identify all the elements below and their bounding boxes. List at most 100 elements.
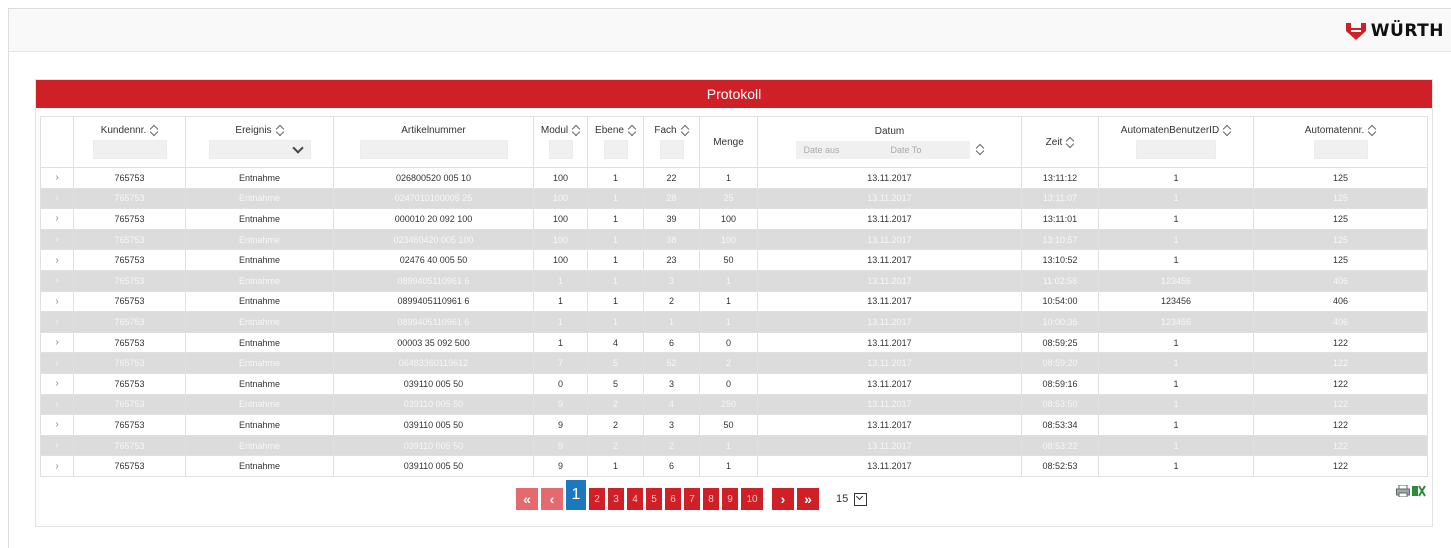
cell-benutzer: 123456 [1098,290,1254,313]
table-row[interactable]: › 765753 Entnahme 023460420 005 100 100 1 38 10… [40,228,1428,251]
column-header-ebene[interactable]: Ebene [587,116,644,168]
chevron-right-icon[interactable]: › [40,167,74,189]
cell-datum: 13.11.2017 [757,228,1022,251]
page-button[interactable]: 6 [665,488,681,510]
prev-page-button[interactable]: ‹ [541,488,563,510]
cell-datum: 13.11.2017 [757,372,1022,395]
last-page-button[interactable]: » [797,488,819,510]
sort-icon[interactable] [1066,137,1074,148]
chevron-right-icon[interactable]: › [40,187,74,210]
table-row[interactable]: › 765753 Entnahme 039110 005 50 9 2 4 250 13.11.… [40,393,1428,416]
kundennr-filter-input[interactable] [92,140,167,159]
cell-kunde: 765753 [73,352,186,374]
cell-artikel: 039110 005 50 [333,434,534,457]
table-row[interactable]: › 765753 Entnahme 00003 35 092 500 1 4 6 0 13.11… [40,331,1428,354]
cell-kunde: 765753 [73,269,186,292]
date-to-input[interactable]: Date To [883,145,970,155]
column-header-kundennr[interactable]: Kundennr. [73,116,186,168]
column-label: Modul [540,125,569,136]
column-header-automatennr[interactable]: Automatennr. [1253,116,1428,168]
chevron-right-icon[interactable]: › [40,249,74,271]
chevron-right-icon[interactable]: › [40,352,74,374]
chevron-right-icon[interactable]: › [40,269,74,292]
chevron-right-icon[interactable]: › [40,208,74,230]
cell-zeit: 13:11:12 [1021,167,1099,189]
sort-icon[interactable] [976,144,984,155]
print-icon[interactable] [1396,485,1410,497]
page-button[interactable]: 10 [741,488,763,510]
column-header-automatenbenutzerid[interactable]: AutomatenBenutzerID [1098,116,1254,168]
chevron-right-icon[interactable]: › [40,414,74,436]
cell-automat: 122 [1253,331,1428,354]
page-button[interactable]: 2 [589,488,605,510]
chevron-right-icon[interactable]: › [40,331,74,354]
chevron-right-icon[interactable]: › [40,290,74,313]
wurth-logo[interactable]: WÜRTH [1345,21,1444,41]
cell-kunde: 765753 [73,434,186,457]
benutzerid-filter-input[interactable] [1136,140,1216,159]
page-button[interactable]: 3 [608,488,624,510]
ebene-filter-input[interactable] [603,140,628,159]
page-button[interactable]: 7 [684,488,700,510]
chevron-right-icon[interactable]: › [40,434,74,457]
cell-modul: 1 [533,311,588,333]
table-row[interactable]: › 765753 Entnahme 039110 005 50 0 5 3 0 13.11.20… [40,372,1428,395]
page-button[interactable]: 5 [646,488,662,510]
cell-artikel: 0899405110961 6 [333,269,534,292]
table-row[interactable]: › 765753 Entnahme 0899405110961 6 1 1 3 1 13.11.… [40,269,1428,292]
cell-ebene: 5 [587,372,644,395]
sort-icon[interactable] [150,125,158,136]
column-header-ereignis[interactable]: Ereignis [185,116,334,168]
cell-ebene: 1 [587,290,644,313]
automatennr-filter-input[interactable] [1313,140,1368,159]
first-page-button[interactable]: « [516,488,538,510]
chevron-right-icon[interactable]: › [40,228,74,251]
sort-icon[interactable] [572,125,580,136]
page-button[interactable]: 4 [627,488,643,510]
column-header-datum[interactable]: Datum Date aus Date To [757,116,1022,168]
excel-icon[interactable] [1412,485,1426,497]
sort-icon[interactable] [681,125,689,136]
date-from-input[interactable]: Date aus [796,145,883,155]
table-row[interactable]: › 765753 Entnahme 0899405110961 6 1 1 2 1 13.11.… [40,290,1428,313]
column-header-menge[interactable]: Menge [699,116,758,168]
cell-menge: 25 [699,187,758,210]
table-row[interactable]: › 765753 Entnahme 039110 005 50 9 2 2 1 13.11.20… [40,434,1428,457]
table-row[interactable]: › 765753 Entnahme 02476 40 005 50 100 1 23 50 13… [40,249,1428,271]
next-page-button[interactable]: › [772,488,794,510]
ereignis-filter-select[interactable] [208,140,311,159]
page-size-select[interactable]: 15 [836,492,868,506]
artikelnummer-filter-input[interactable] [359,140,508,159]
page-button[interactable]: 9 [722,488,738,510]
cell-automat: 406 [1253,290,1428,313]
modul-filter-input[interactable] [548,140,573,159]
cell-fach: 1 [643,311,700,333]
table-row[interactable]: › 765753 Entnahme 0899405110961 6 1 1 1 1 13.11.… [40,311,1428,333]
column-header-artikelnummer[interactable]: Artikelnummer [333,116,534,168]
sort-icon[interactable] [1368,125,1376,136]
sort-icon[interactable] [276,125,284,136]
table-row[interactable]: › 765753 Entnahme 000010 20 092 100 100 1 39 10… [40,208,1428,230]
table-row[interactable]: › 765753 Entnahme 026800520 005 10 100 1 22 1 13… [40,167,1428,189]
sort-icon[interactable] [628,125,636,136]
page-button[interactable]: 8 [703,488,719,510]
cell-zeit: 08:53:50 [1021,393,1099,416]
table-row[interactable]: › 765753 Entnahme 039110 005 50 9 1 6 1 13.11.20… [40,455,1428,477]
table-row[interactable]: › 765753 Entnahme 039110 005 50 9 2 3 50 13.11.2… [40,414,1428,436]
column-header-modul[interactable]: Modul [533,116,588,168]
chevron-right-icon[interactable]: › [40,393,74,416]
cell-menge: 50 [699,414,758,436]
cell-kunde: 765753 [73,228,186,251]
chevron-right-icon[interactable]: › [40,311,74,333]
chevron-right-icon[interactable]: › [40,455,74,477]
column-header-fach[interactable]: Fach [643,116,700,168]
table-row[interactable]: › 765753 Entnahme 06483360119612 7 5 52 2 13.11.… [40,352,1428,374]
table-row[interactable]: › 765753 Entnahme 0247010100005 25 100 1 28 25 1… [40,187,1428,210]
cell-fach: 28 [643,187,700,210]
chevron-right-icon[interactable]: › [40,372,74,395]
fach-filter-input[interactable] [659,140,684,159]
sort-icon[interactable] [1223,125,1231,136]
page-button-active[interactable]: 1 [566,480,586,510]
cell-modul: 1 [533,331,588,354]
column-header-zeit[interactable]: Zeit [1021,116,1099,168]
